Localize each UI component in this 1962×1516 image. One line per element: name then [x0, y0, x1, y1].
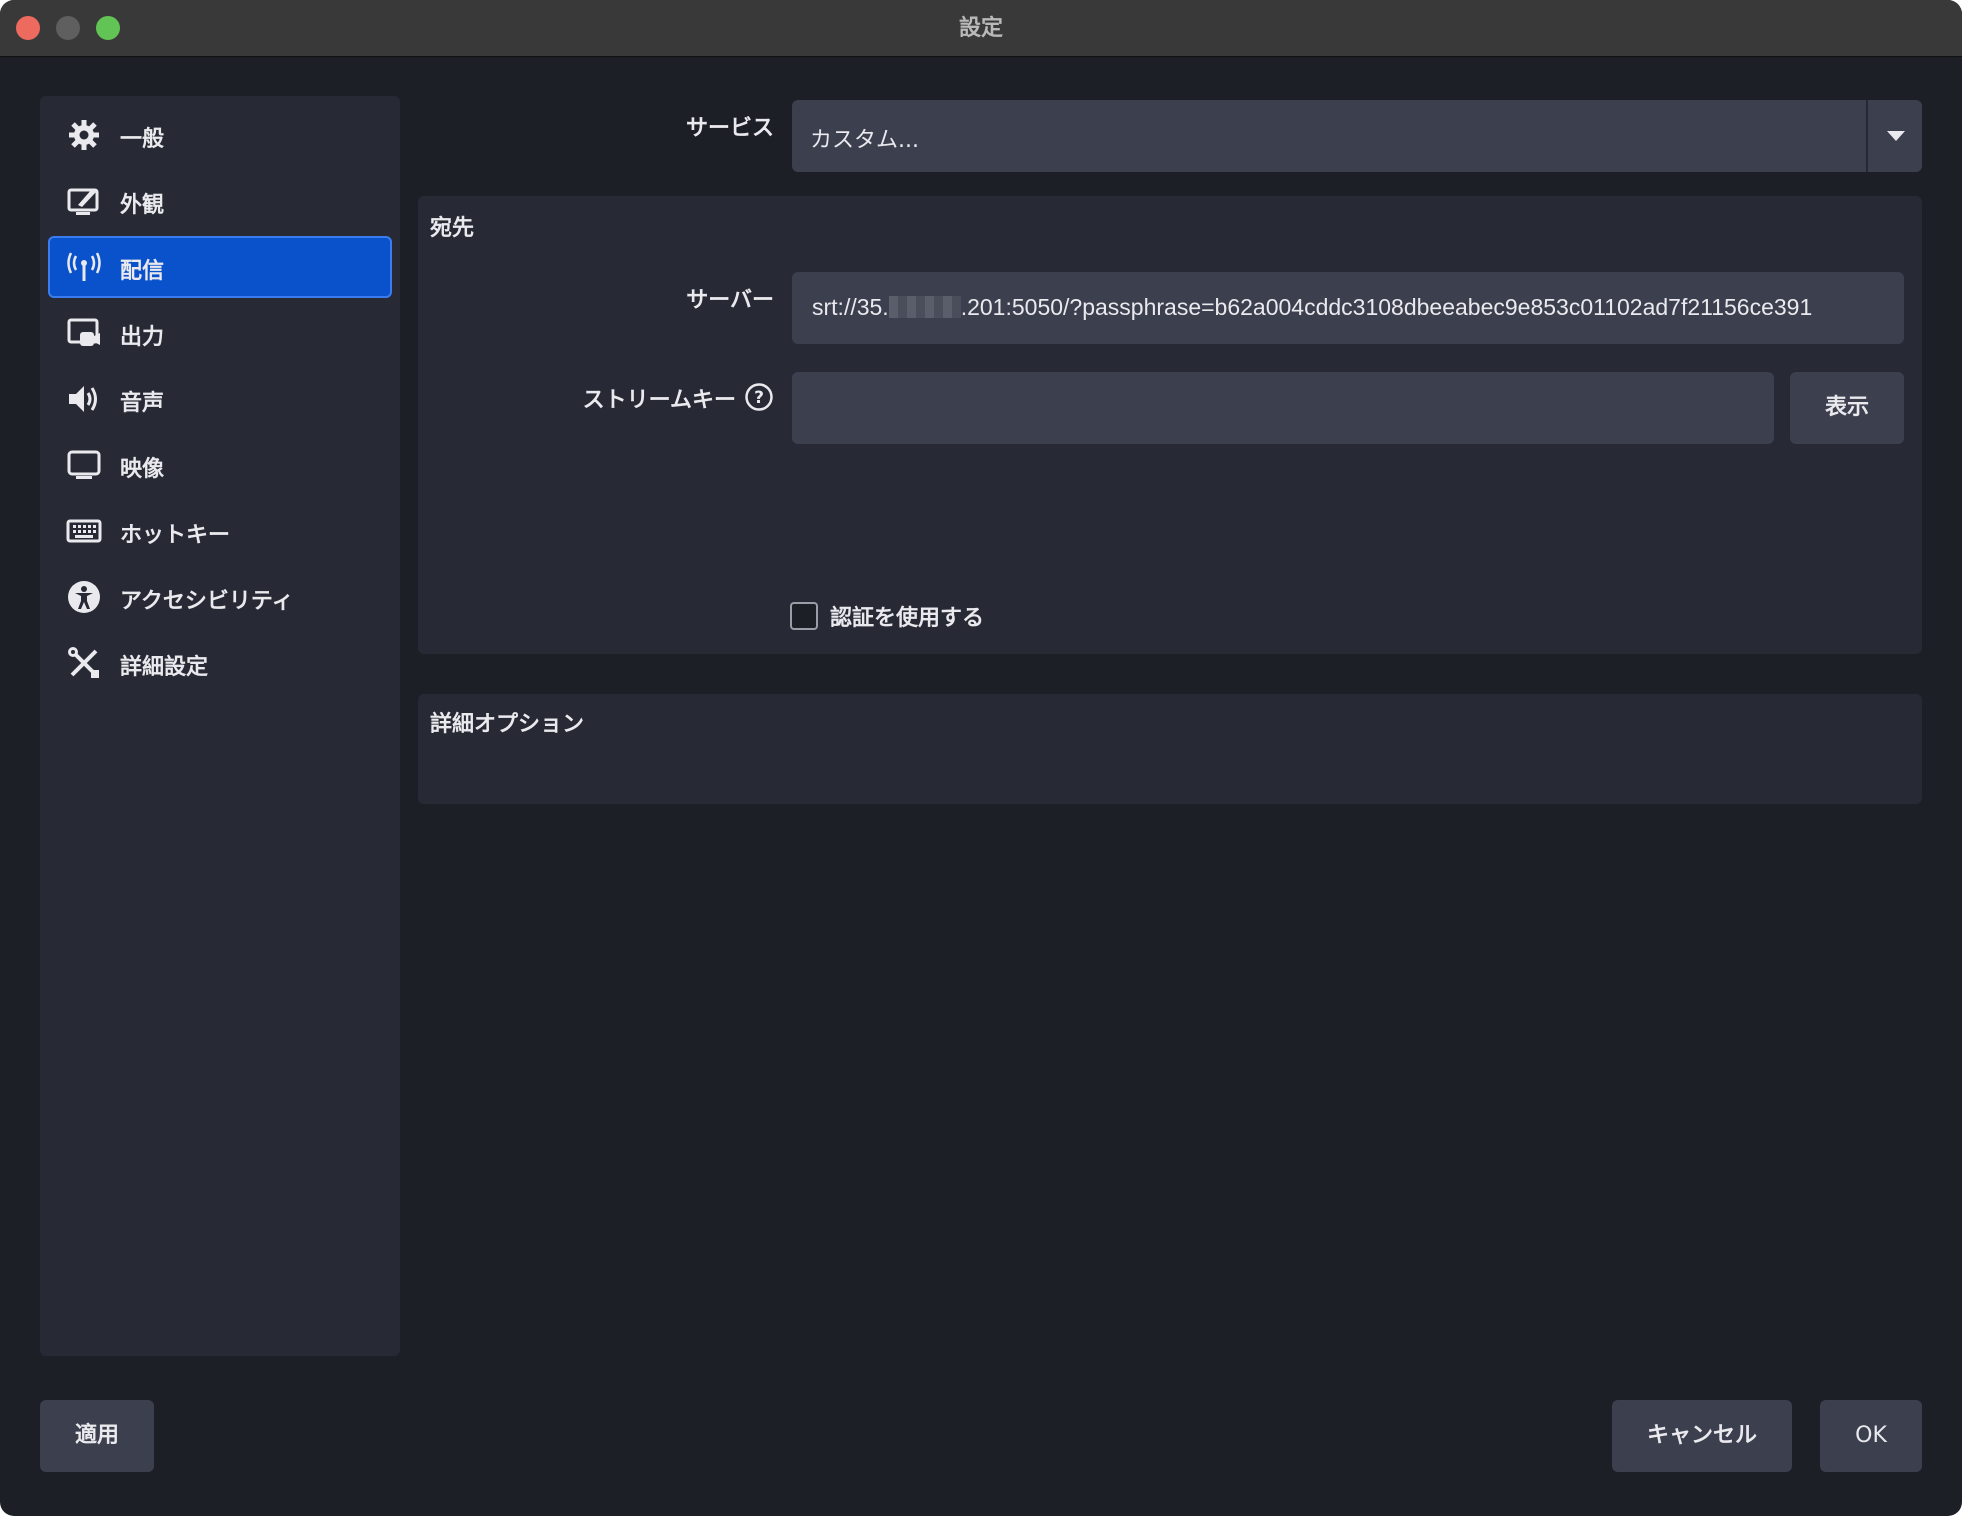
server-field-value: srt://35. .201:5050/?passphrase=b62a004cd…: [812, 294, 1812, 321]
sidebar-item-label: 詳細設定: [120, 655, 209, 680]
advanced-options-title: 詳細オプション: [430, 712, 585, 737]
sidebar-item-label: 音声: [120, 391, 165, 416]
server-url-suffix: .201:5050/?passphrase=b62a004cddc3108dbe…: [960, 294, 1813, 320]
advanced-options-section: 詳細オプション: [418, 694, 1922, 804]
ok-button[interactable]: OK: [1820, 1400, 1922, 1472]
service-label: サービス: [685, 116, 774, 141]
output-icon: [67, 318, 100, 346]
sidebar-item-label: ホットキー: [120, 523, 231, 548]
sidebar-item-audio[interactable]: 音声: [48, 368, 392, 430]
chevron-down-icon[interactable]: [1885, 128, 1907, 144]
server-field[interactable]: srt://35. .201:5050/?passphrase=b62a004cd…: [792, 272, 1904, 344]
show-key-button[interactable]: 表示: [1790, 372, 1904, 444]
cancel-button[interactable]: キャンセル: [1612, 1400, 1792, 1472]
service-select[interactable]: カスタム...: [792, 100, 1922, 172]
sidebar-item-appearance[interactable]: 外観: [48, 170, 392, 232]
title-bar: 設定: [0, 0, 1962, 57]
svg-text:?: ?: [754, 388, 764, 408]
help-icon[interactable]: ?: [744, 382, 774, 412]
sidebar-item-advanced[interactable]: 詳細設定: [48, 632, 392, 694]
sidebar-item-label: 映像: [120, 457, 165, 482]
stream-key-input[interactable]: [792, 372, 1774, 444]
server-label: サーバー: [686, 288, 774, 313]
sidebar-item-hotkeys[interactable]: ホットキー: [48, 500, 392, 562]
auth-checkbox[interactable]: [790, 602, 818, 630]
sidebar-item-general[interactable]: 一般: [48, 104, 392, 166]
select-divider: [1866, 100, 1868, 172]
destination-title: 宛先: [430, 216, 475, 241]
window-title: 設定: [958, 16, 1003, 41]
sidebar-item-label: アクセシビリティ: [120, 589, 294, 614]
sidebar-item-label: 出力: [120, 325, 165, 350]
sidebar-item-label: 外観: [120, 193, 165, 218]
appearance-icon: [67, 188, 99, 215]
sidebar-item-label: 一般: [120, 127, 165, 152]
sidebar-item-label: 配信: [120, 259, 165, 284]
monitor-icon: [67, 450, 101, 479]
speaker-icon: [69, 386, 97, 412]
sidebar-item-stream[interactable]: 配信: [48, 236, 392, 298]
keyboard-icon: [66, 519, 102, 543]
settings-window: 設定 一般 外観 配信 出力 音声 映像 ホットキー アクセシビリティ 詳細設定…: [0, 0, 1962, 1516]
service-selected-value: カスタム...: [810, 128, 919, 153]
auth-checkbox-label[interactable]: 認証を使用する: [830, 600, 984, 632]
sidebar-item-accessibility[interactable]: アクセシビリティ: [48, 566, 392, 628]
redacted-ip-segment: [888, 296, 961, 318]
gear-icon: [69, 120, 99, 150]
server-url-prefix: srt://35.: [812, 294, 889, 320]
apply-button[interactable]: 適用: [40, 1400, 154, 1472]
tools-icon: [68, 647, 99, 678]
antenna-icon: [67, 252, 101, 281]
sidebar-item-output[interactable]: 出力: [48, 302, 392, 364]
accessibility-icon: [68, 581, 100, 613]
stream-key-label: ストリームキー: [582, 388, 736, 413]
sidebar-item-video[interactable]: 映像: [48, 434, 392, 496]
settings-sidebar: 一般 外観 配信 出力 音声 映像 ホットキー アクセシビリティ 詳細設定: [40, 96, 400, 1356]
